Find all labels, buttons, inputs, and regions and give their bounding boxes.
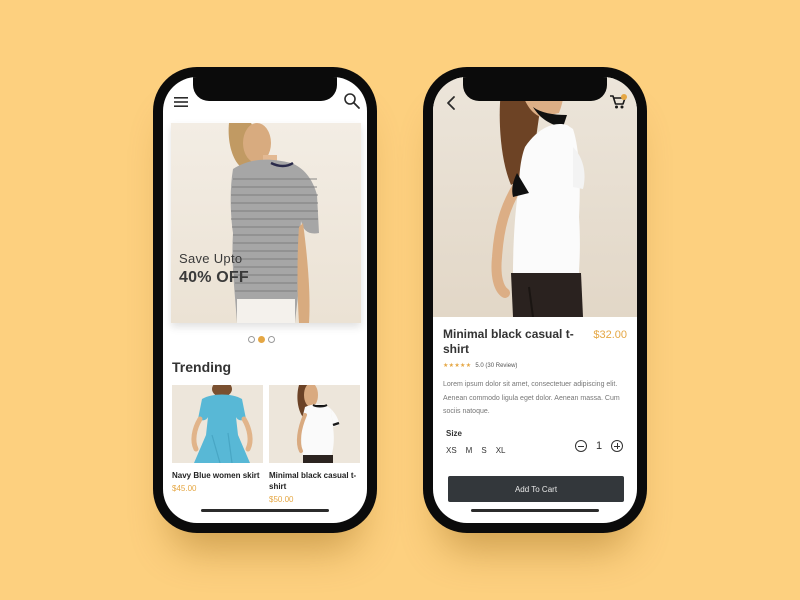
star-rating-icon: ★★★★★ <box>443 363 472 369</box>
size-option-s[interactable]: S <box>481 446 486 455</box>
size-selector: XS M S XL <box>446 446 505 455</box>
model-striped-tee-image <box>228 123 319 323</box>
product-name[interactable]: Minimal black casual t-shirt <box>269 470 360 492</box>
model-white-tshirt-image <box>491 77 585 317</box>
product-name[interactable]: Navy Blue women skirt <box>172 470 263 481</box>
product-card-tshirt[interactable]: Minimal black casual t-shirt $50.00 <box>269 385 360 504</box>
carousel-dot-active[interactable] <box>258 336 265 343</box>
carousel-indicator <box>248 336 275 343</box>
phone-notch <box>463 77 607 101</box>
product-card-skirt[interactable]: Navy Blue women skirt $45.00 <box>172 385 263 493</box>
phone-notch <box>193 77 337 101</box>
product-hero-image <box>433 77 637 317</box>
banner-subtitle: Save Upto <box>179 251 243 266</box>
product-price: $45.00 <box>172 484 197 493</box>
size-option-m[interactable]: M <box>466 446 473 455</box>
detail-phone: Minimal black casual t-shirt $32.00 ★★★★… <box>423 67 647 533</box>
back-arrow-icon[interactable] <box>445 95 459 111</box>
promo-banner[interactable]: Save Upto 40% OFF <box>171 123 361 323</box>
section-title: Trending <box>172 359 232 375</box>
search-icon[interactable] <box>343 92 361 110</box>
detail-screen: Minimal black casual t-shirt $32.00 ★★★★… <box>433 77 637 523</box>
product-title: Minimal black casual t-shirt <box>443 327 574 356</box>
product-description: Lorem ipsum dolor sit amet, consectetuer… <box>443 381 620 415</box>
product-price: $32.00 <box>593 329 627 341</box>
size-label: Size <box>446 429 463 438</box>
product-image[interactable] <box>172 385 263 463</box>
carousel-dot[interactable] <box>268 336 275 343</box>
product-image[interactable] <box>269 385 360 463</box>
decrement-icon[interactable] <box>575 440 587 452</box>
home-indicator[interactable] <box>471 509 599 512</box>
home-indicator[interactable] <box>201 509 329 512</box>
add-to-cart-button[interactable]: Add To Cart <box>448 476 624 502</box>
home-screen: Save Upto 40% OFF Trending Navy Blue wom… <box>163 77 367 523</box>
cart-badge <box>621 94 627 100</box>
quantity-stepper: 1 <box>575 440 623 452</box>
banner-text: Save Upto 40% OFF <box>179 251 249 287</box>
banner-headline: 40% OFF <box>179 269 249 286</box>
increment-icon[interactable] <box>611 440 623 452</box>
product-price: $50.00 <box>269 495 294 504</box>
rating: ★★★★★ 5.0 (30 Review) <box>443 362 517 370</box>
menu-icon[interactable] <box>173 95 189 109</box>
blue-dress-image <box>172 385 263 463</box>
size-option-xs[interactable]: XS <box>446 446 457 455</box>
home-phone: Save Upto 40% OFF Trending Navy Blue wom… <box>153 67 377 533</box>
size-option-xl[interactable]: XL <box>496 446 506 455</box>
carousel-dot[interactable] <box>248 336 255 343</box>
white-tshirt-image <box>269 385 360 463</box>
quantity-value: 1 <box>595 440 603 452</box>
rating-text[interactable]: 5.0 (30 Review) <box>475 363 517 369</box>
